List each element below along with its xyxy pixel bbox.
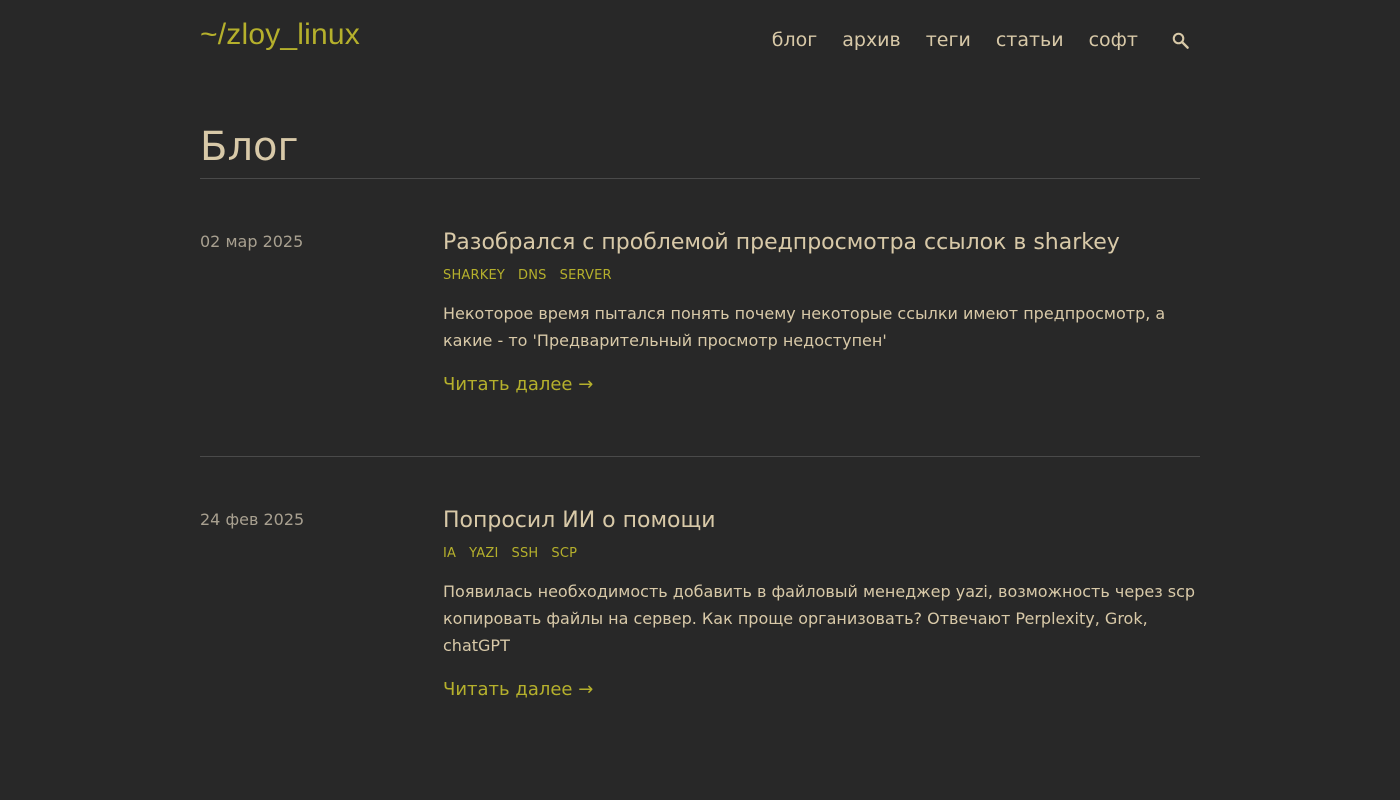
- nav-item-articles[interactable]: статьи: [996, 29, 1064, 51]
- search-button[interactable]: [1170, 28, 1190, 52]
- page-title: Блог: [200, 124, 1200, 179]
- read-more-link[interactable]: Читать далее →: [443, 679, 593, 700]
- read-more-link[interactable]: Читать далее →: [443, 374, 593, 395]
- post-date: 02 мар 2025: [200, 232, 304, 251]
- tag-link[interactable]: IA: [443, 546, 456, 561]
- tag-link[interactable]: SCP: [551, 546, 577, 561]
- nav-item-blog[interactable]: блог: [772, 29, 817, 51]
- site-logo[interactable]: ~/zloy_linux: [200, 18, 360, 52]
- nav-item-archive[interactable]: архив: [842, 29, 901, 51]
- post-date: 24 фев 2025: [200, 510, 305, 529]
- tag-link[interactable]: SERVER: [560, 268, 612, 283]
- post-tags: IA YAZI SSH SCP: [443, 546, 1200, 561]
- tag-link[interactable]: DNS: [518, 268, 547, 283]
- post-item: 24 фев 2025 Попросил ИИ о помощи IA YAZI…: [200, 457, 1200, 735]
- site-header: ~/zloy_linux блог архив теги статьи софт: [200, 0, 1200, 82]
- page-container: ~/zloy_linux блог архив теги статьи софт…: [200, 0, 1200, 735]
- post-excerpt: Появилась необходимость добавить в файло…: [443, 582, 1196, 655]
- post-tags: SHARKEY DNS SERVER: [443, 268, 1200, 283]
- post-item: 02 мар 2025 Разобрался с проблемой предп…: [200, 179, 1200, 457]
- tag-link[interactable]: SSH: [512, 546, 539, 561]
- post-title-link[interactable]: Разобрался с проблемой предпросмотра ссы…: [443, 229, 1200, 257]
- post-title-link[interactable]: Попросил ИИ о помощи: [443, 507, 1200, 535]
- nav-item-tags[interactable]: теги: [926, 29, 971, 51]
- tag-link[interactable]: YAZI: [469, 546, 498, 561]
- nav-item-software[interactable]: софт: [1089, 29, 1138, 51]
- post-body: Попросил ИИ о помощи IA YAZI SSH SCP Поя…: [443, 507, 1200, 700]
- post-body: Разобрался с проблемой предпросмотра ссы…: [443, 229, 1200, 395]
- post-excerpt: Некоторое время пытался понять почему не…: [443, 304, 1166, 350]
- tag-link[interactable]: SHARKEY: [443, 268, 505, 283]
- main-nav: блог архив теги статьи софт: [747, 28, 1200, 52]
- search-icon: [1172, 32, 1189, 49]
